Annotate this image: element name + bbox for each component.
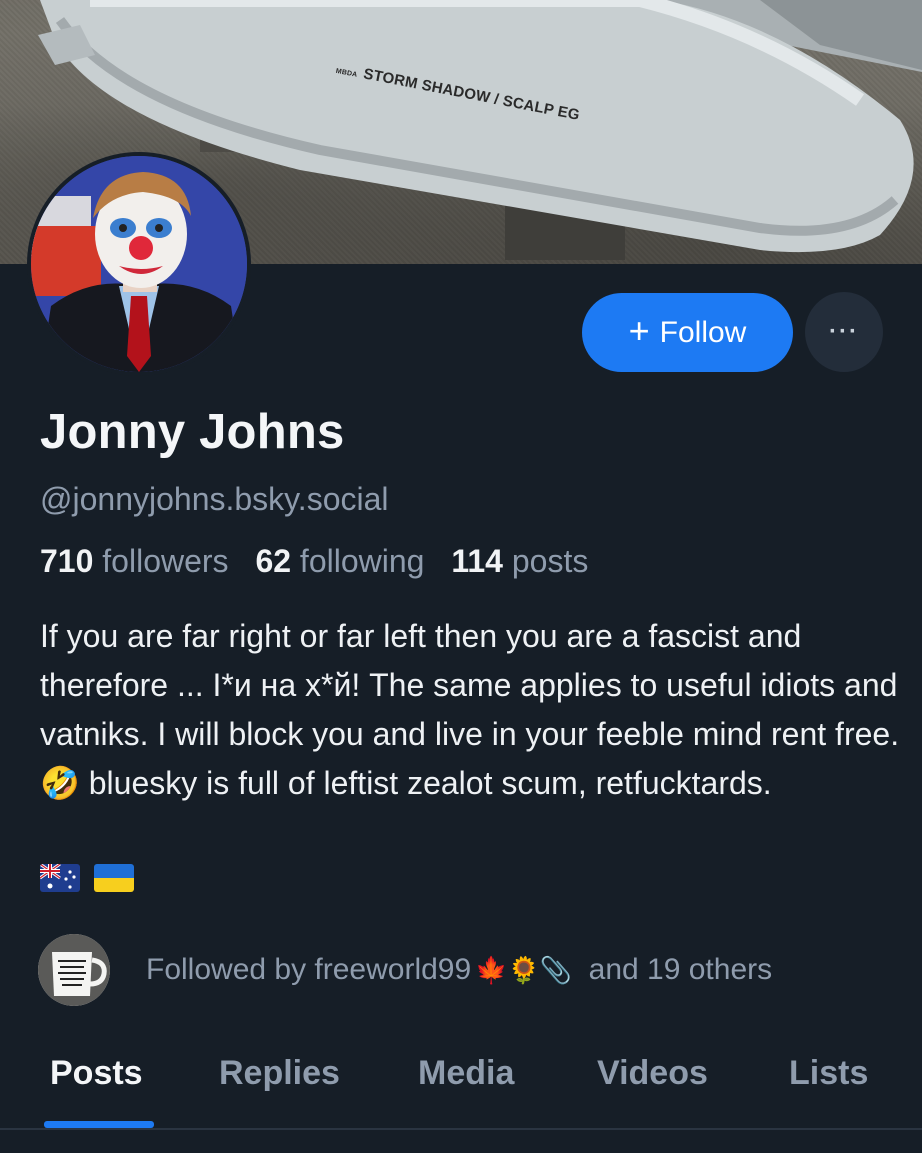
followers-stat[interactable]: 710 followers (40, 543, 229, 579)
followed-by-emojis: 🍁🌻📎 (475, 954, 573, 985)
posts-stat: 114 posts (451, 543, 589, 579)
ukraine-flag-icon (94, 864, 134, 892)
profile-avatar[interactable] (27, 152, 251, 376)
followed-by-row[interactable]: Followed by freeworld99 🍁🌻📎 and 19 others (38, 934, 772, 1006)
plus-icon: + (628, 310, 650, 351)
ellipsis-icon: ··· (829, 318, 859, 345)
tab-lists[interactable]: Lists (789, 1054, 868, 1093)
tab-posts[interactable]: Posts (50, 1054, 143, 1093)
followed-by-text: Followed by freeworld99 🍁🌻📎 and 19 others (146, 953, 773, 986)
profile-bio: If you are far right or far left then yo… (40, 618, 900, 801)
more-options-button[interactable]: ··· (805, 292, 883, 372)
follow-button[interactable]: + Follow (582, 293, 793, 372)
follower-avatar[interactable] (38, 934, 110, 1006)
clown-face-image (31, 156, 247, 372)
active-tab-indicator (44, 1121, 154, 1128)
australia-flag-icon (40, 864, 80, 892)
profile-handle: @jonnyjohns.bsky.social (40, 481, 389, 517)
following-stat[interactable]: 62 following (255, 543, 424, 579)
profile-stats: 710 followers 62 following 114 posts (40, 543, 588, 580)
tab-media[interactable]: Media (418, 1054, 514, 1093)
follow-label: Follow (659, 315, 747, 349)
profile-tabs: Posts Replies Media Videos Lists (0, 1040, 922, 1130)
bio-flags (40, 864, 134, 892)
tab-replies[interactable]: Replies (219, 1054, 340, 1093)
tab-videos[interactable]: Videos (597, 1054, 708, 1093)
display-name: Jonny Johns (40, 405, 345, 459)
